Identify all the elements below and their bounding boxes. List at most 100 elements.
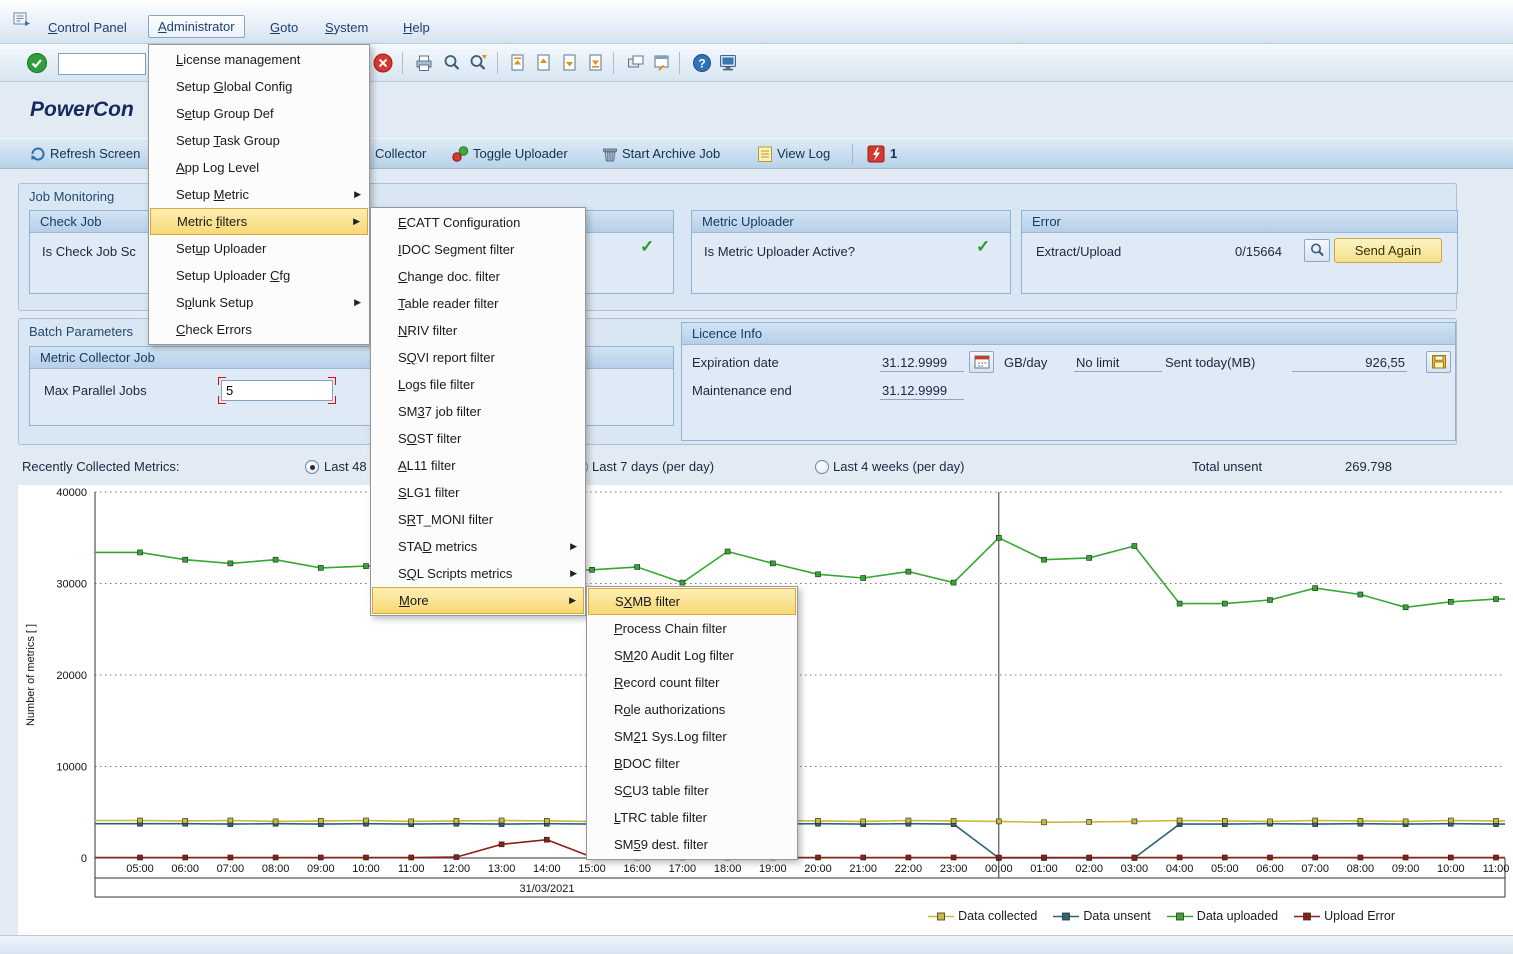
more-item-scu3-table-filter[interactable]: SCU3 table filter	[588, 777, 796, 804]
legend-item-data-collected: Data collected	[928, 909, 1037, 923]
svg-text:19:00: 19:00	[759, 863, 787, 875]
more-item-sm21-sys-log-filter[interactable]: SM21 Sys.Log filter	[588, 723, 796, 750]
svg-text:11:00: 11:00	[398, 863, 425, 875]
menu-item-metric-filters[interactable]: Metric filters	[150, 208, 368, 235]
first-page-icon[interactable]	[507, 52, 529, 74]
menu-item-setup-group-def[interactable]: Setup Group Def	[150, 100, 368, 127]
svg-text:?: ?	[698, 57, 705, 71]
toolbar-separator	[613, 52, 614, 74]
total-unsent-label: Total unsent	[1192, 459, 1263, 474]
menubar-item-system[interactable]: System	[316, 17, 377, 38]
export-button[interactable]	[1426, 351, 1451, 373]
svg-text:11:00: 11:00	[1483, 863, 1510, 875]
menu-item-app-log-level[interactable]: App Log Level	[150, 154, 368, 181]
calendar-button[interactable]	[969, 351, 994, 373]
submenu-item-ecatt-configuration[interactable]: ECATT Configuration	[372, 209, 584, 236]
layout-monitor-icon[interactable]	[717, 52, 739, 74]
command-input[interactable]	[58, 53, 146, 75]
legend-label: Data collected	[958, 909, 1038, 923]
menubar-item-administrator[interactable]: Administrator	[148, 15, 245, 38]
more-item-sxmb-filter[interactable]: SXMB filter	[588, 588, 796, 615]
more-item-role-authorizations[interactable]: Role authorizations	[588, 696, 796, 723]
more-item-record-count-filter[interactable]: Record count filter	[588, 669, 796, 696]
submenu-item-sql-scripts-metrics[interactable]: SQL Scripts metrics	[372, 560, 584, 587]
radio-last-48h[interactable]	[305, 460, 319, 474]
new-session-icon[interactable]	[625, 52, 647, 74]
series-data-collected	[95, 819, 1505, 824]
svg-text:30000: 30000	[56, 579, 87, 591]
collector-button-fragment[interactable]: Collector	[375, 146, 426, 161]
system-menu-icon[interactable]	[12, 10, 32, 31]
svg-text:10:00: 10:00	[1437, 863, 1465, 875]
submenu-item-sqvi-report-filter[interactable]: SQVI report filter	[372, 344, 584, 371]
error-detail-button[interactable]	[1304, 239, 1330, 262]
error-flag-count[interactable]: 1	[890, 146, 897, 161]
menu-item-splunk-setup[interactable]: Splunk Setup	[150, 289, 368, 316]
cancel-icon[interactable]	[372, 52, 394, 74]
svg-text:12:00: 12:00	[443, 863, 471, 875]
refresh-screen-button[interactable]: Refresh Screen	[50, 146, 140, 161]
menu-item-setup-task-group[interactable]: Setup Task Group	[150, 127, 368, 154]
menu-item-setup-uploader-cfg[interactable]: Setup Uploader Cfg	[150, 262, 368, 289]
start-archive-job-button[interactable]: Start Archive Job	[622, 146, 720, 161]
legend-marker-icon	[1166, 912, 1193, 920]
svg-text:07:00: 07:00	[1301, 863, 1329, 875]
submenu-item-al11-filter[interactable]: AL11 filter	[372, 452, 584, 479]
series-upload-error	[95, 838, 1505, 859]
more-item-sm20-audit-log-filter[interactable]: SM20 Audit Log filter	[588, 642, 796, 669]
submenu-item-srt-moni-filter[interactable]: SRT_MONI filter	[372, 506, 584, 533]
previous-page-icon[interactable]	[533, 52, 555, 74]
radio-last-4-weeks[interactable]	[815, 460, 829, 474]
svg-text:10:00: 10:00	[352, 863, 380, 875]
more-item-sm59-dest-filter[interactable]: SM59 dest. filter	[588, 831, 796, 858]
maintenance-end-label: Maintenance end	[692, 383, 792, 398]
submenu-item-idoc-segment-filter[interactable]: IDOC Segment filter	[372, 236, 584, 263]
submenu-item-table-reader-filter[interactable]: Table reader filter	[372, 290, 584, 317]
metric-uploader-panel: Metric Uploader Is Metric Uploader Activ…	[691, 210, 1011, 294]
svg-text:21:00: 21:00	[849, 863, 877, 875]
more-item-ltrc-table-filter[interactable]: LTRC table filter	[588, 804, 796, 831]
submenu-item-slg1-filter[interactable]: SLG1 filter	[372, 479, 584, 506]
svg-text:02:00: 02:00	[1075, 863, 1103, 875]
menubar-item-control-panel[interactable]: Control Panel	[39, 17, 136, 38]
legend-item-data-unsent: Data unsent	[1053, 909, 1151, 923]
last-page-icon[interactable]	[585, 52, 607, 74]
more-item-bdoc-filter[interactable]: BDOC filter	[588, 750, 796, 777]
find-next-icon[interactable]	[467, 52, 489, 74]
radio-last-7-days-label: Last 7 days (per day)	[592, 459, 715, 474]
submenu-item-sm37-job-filter[interactable]: SM37 job filter	[372, 398, 584, 425]
section-title: Batch Parameters	[29, 324, 134, 339]
submenu-item-logs-file-filter[interactable]: Logs file filter	[372, 371, 584, 398]
next-page-icon[interactable]	[559, 52, 581, 74]
submenu-item-change-doc-filter[interactable]: Change doc. filter	[372, 263, 584, 290]
toggle-uploader-button[interactable]: Toggle Uploader	[473, 146, 568, 161]
menu-item-license-management[interactable]: License management	[150, 46, 368, 73]
svg-text:0: 0	[81, 853, 87, 865]
submenu-item-stad-metrics[interactable]: STAD metrics	[372, 533, 584, 560]
metric-uploader-question: Is Metric Uploader Active?	[704, 244, 856, 259]
help-icon[interactable]: ?	[691, 52, 713, 74]
menu-item-setup-metric[interactable]: Setup Metric	[150, 181, 368, 208]
recently-collected-label: Recently Collected Metrics:	[22, 459, 180, 474]
continue-icon[interactable]	[26, 52, 48, 74]
toolbar-separator	[679, 52, 680, 74]
submenu-item-nriv-filter[interactable]: NRIV filter	[372, 317, 584, 344]
menu-item-check-errors[interactable]: Check Errors	[150, 316, 368, 343]
find-icon[interactable]	[441, 52, 463, 74]
svg-text:14:00: 14:00	[533, 863, 561, 875]
submenu-item-sost-filter[interactable]: SOST filter	[372, 425, 584, 452]
send-again-button[interactable]: Send Again	[1334, 238, 1442, 263]
expiration-date-value: 31.12.9999	[880, 355, 964, 372]
more-item-process-chain-filter[interactable]: Process Chain filter	[588, 615, 796, 642]
menubar-item-goto[interactable]: Goto	[261, 17, 307, 38]
menu-item-setup-global-config[interactable]: Setup Global Config	[150, 73, 368, 100]
menubar-item-help[interactable]: Help	[394, 17, 439, 38]
menu-item-setup-uploader[interactable]: Setup Uploader	[150, 235, 368, 262]
create-shortcut-icon[interactable]	[651, 52, 673, 74]
view-log-button[interactable]: View Log	[777, 146, 830, 161]
print-icon[interactable]	[413, 52, 435, 74]
submenu-item-more[interactable]: More	[372, 587, 584, 614]
max-parallel-jobs-input[interactable]	[221, 380, 333, 401]
svg-text:22:00: 22:00	[895, 863, 923, 875]
error-flag-icon[interactable]	[866, 144, 886, 167]
